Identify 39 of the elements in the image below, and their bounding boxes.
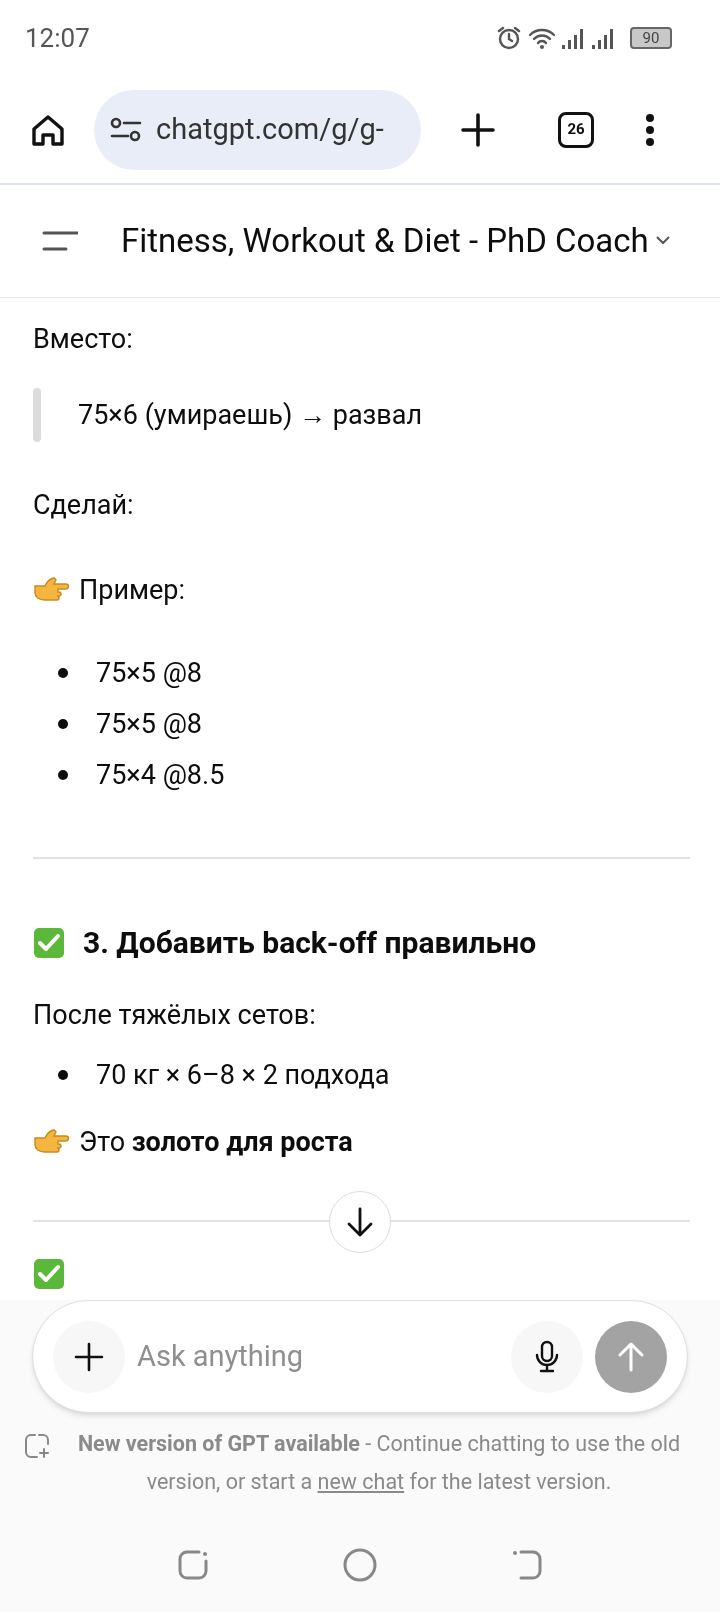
url-field[interactable]: chatgpt.com/g/g- bbox=[94, 89, 421, 170]
list-item: 75×4 @8.5 bbox=[96, 757, 225, 793]
wifi-icon bbox=[528, 27, 556, 49]
alarm-icon bbox=[496, 25, 522, 51]
tab-switcher[interactable]: 26 bbox=[558, 111, 594, 148]
new-tab-icon[interactable] bbox=[460, 111, 496, 148]
arrow-down-icon bbox=[345, 1206, 375, 1238]
paragraph: Вместо: bbox=[33, 322, 133, 357]
quote-text: 75×6 (умираешь) → развал bbox=[78, 398, 422, 433]
quote-bar bbox=[33, 388, 41, 442]
check-icon bbox=[33, 927, 65, 959]
home-nav-icon[interactable] bbox=[343, 1548, 377, 1582]
more-icon[interactable] bbox=[645, 112, 655, 147]
paragraph: Это золото для роста bbox=[79, 1125, 353, 1160]
chat-title[interactable]: Fitness, Workout & Diet - PhD Coach bbox=[121, 216, 649, 266]
paragraph: Пример: bbox=[79, 573, 186, 608]
check-icon bbox=[33, 1258, 65, 1290]
menu-icon[interactable] bbox=[42, 230, 78, 252]
pointing-hand-icon bbox=[33, 576, 69, 604]
update-notice: New version of GPT available - Continue chatting to use the old version, or start a new chat for the latest version. bbox=[76, 1430, 682, 1496]
chevron-down-icon[interactable] bbox=[654, 235, 671, 247]
list-item: 75×5 @8 bbox=[96, 706, 203, 742]
plus-icon bbox=[74, 1341, 104, 1372]
status-time: 12:07 bbox=[25, 21, 90, 55]
list-item: 70 кг × 6–8 × 2 подхода bbox=[96, 1057, 390, 1093]
new-chat-icon bbox=[24, 1433, 50, 1459]
site-settings-icon bbox=[110, 116, 142, 143]
section-heading: 3. Добавить back-off правильно bbox=[83, 925, 537, 961]
battery-level: 90 bbox=[642, 30, 660, 46]
arrow-up-icon bbox=[617, 1340, 645, 1373]
message-input[interactable]: Ask anything bbox=[137, 1334, 511, 1379]
paragraph: После тяжёлых сетов: bbox=[33, 998, 316, 1033]
paragraph: Сделай: bbox=[33, 488, 134, 523]
microphone-icon bbox=[534, 1339, 560, 1374]
back-icon[interactable] bbox=[511, 1549, 543, 1581]
list-item: 75×5 @8 bbox=[96, 655, 203, 691]
url-text: chatgpt.com/g/g- bbox=[156, 110, 384, 148]
pointing-hand-icon bbox=[33, 1128, 69, 1156]
recents-icon[interactable] bbox=[177, 1549, 209, 1581]
